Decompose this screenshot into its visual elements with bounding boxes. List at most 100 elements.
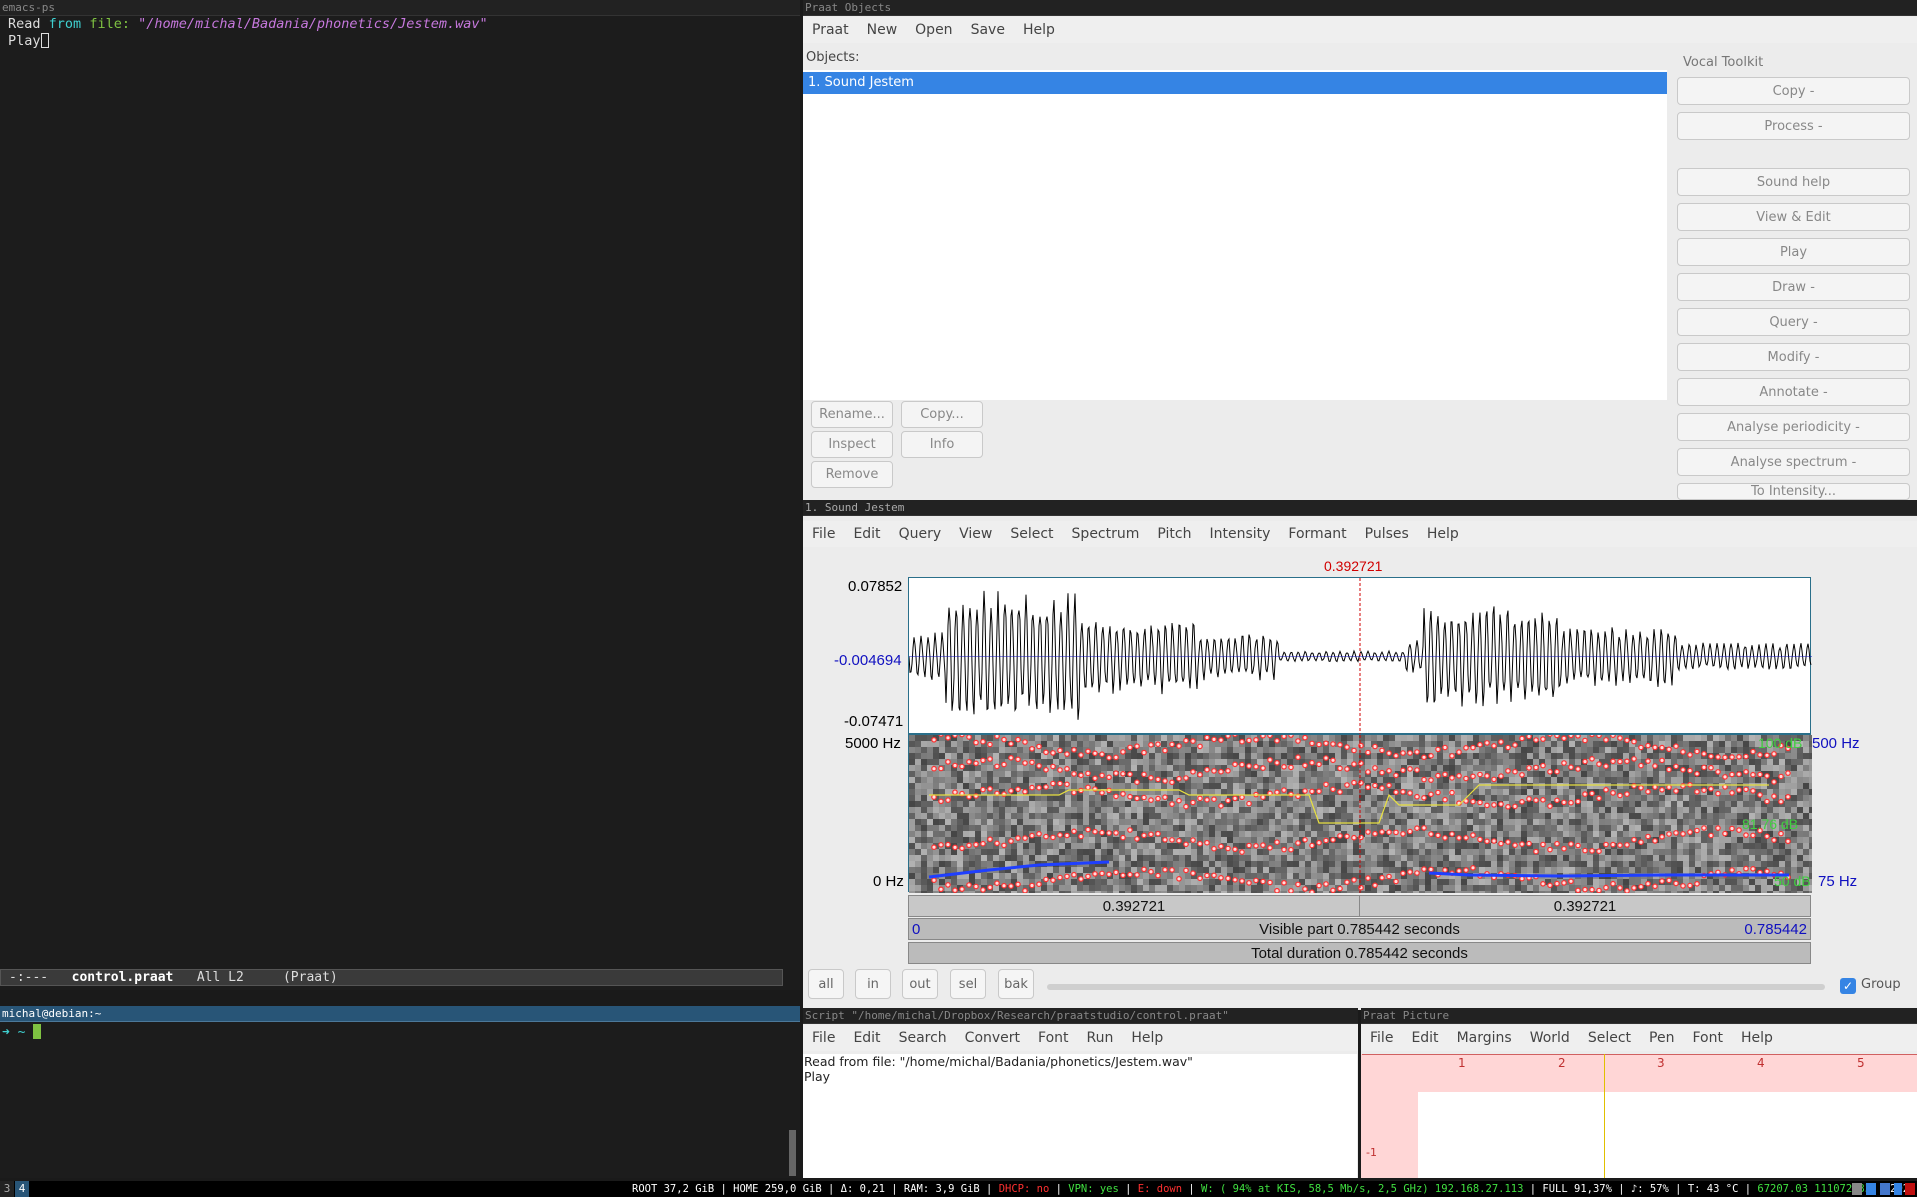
terminal-window[interactable]: [0, 1022, 800, 1178]
menu-run[interactable]: Run: [1078, 1030, 1123, 1046]
formant-point: [973, 760, 979, 767]
formant-point: [1561, 760, 1567, 766]
left-segment-bar[interactable]: 0.392721: [908, 895, 1360, 917]
formant-point: [1687, 829, 1693, 835]
menu-convert[interactable]: Convert: [956, 1030, 1029, 1046]
notification-icon[interactable]: [1905, 1183, 1915, 1195]
info-button[interactable]: Info: [901, 431, 983, 458]
menu-file[interactable]: File: [803, 526, 844, 542]
dynamic-button-modify[interactable]: Modify -: [1677, 343, 1910, 371]
ruler-2: 2: [1558, 1056, 1566, 1070]
menu-help[interactable]: Help: [1014, 22, 1064, 38]
total-duration-bar[interactable]: Total duration 0.785442 seconds: [908, 942, 1811, 964]
dynamic-button-to-intensity[interactable]: To Intensity...: [1677, 483, 1910, 500]
menu-margins[interactable]: Margins: [1448, 1030, 1521, 1046]
menu-world[interactable]: World: [1521, 1030, 1579, 1046]
dynamic-button-copy[interactable]: Copy -: [1677, 77, 1910, 105]
group-checkbox[interactable]: ✓: [1840, 978, 1856, 994]
formant-point: [1673, 830, 1679, 836]
menu-intensity[interactable]: Intensity: [1200, 526, 1279, 542]
formant-point: [1638, 883, 1644, 890]
menu-save[interactable]: Save: [962, 22, 1014, 38]
menu-new[interactable]: New: [858, 22, 907, 38]
workspace-4[interactable]: 4: [15, 1181, 29, 1197]
dynamic-button-view-edit[interactable]: View & Edit: [1677, 203, 1910, 231]
tray-icon[interactable]: [1852, 1183, 1862, 1195]
menu-formant[interactable]: Formant: [1279, 526, 1355, 542]
right-segment-bar[interactable]: 0.392721: [1359, 895, 1811, 917]
formant-point: [1680, 766, 1686, 773]
menu-pitch[interactable]: Pitch: [1148, 526, 1200, 542]
formant-point: [1155, 776, 1161, 783]
menu-edit[interactable]: Edit: [1402, 1030, 1447, 1046]
formant-point: [931, 737, 937, 743]
dynamic-button-play[interactable]: Play: [1677, 238, 1910, 266]
formant-point: [1414, 825, 1420, 832]
dynamic-button-draw[interactable]: Draw -: [1677, 273, 1910, 301]
formant-point: [959, 735, 965, 738]
spectrogram-panel[interactable]: [908, 734, 1812, 893]
terminal-scrollbar[interactable]: [789, 1130, 796, 1176]
zoom-all-button[interactable]: all: [808, 969, 844, 999]
menu-font[interactable]: Font: [1029, 1030, 1077, 1046]
objects-list[interactable]: [803, 70, 1667, 400]
dynamic-button-analyse-spectrum[interactable]: Analyse spectrum -: [1677, 448, 1910, 476]
menu-file[interactable]: File: [803, 1030, 844, 1046]
formant-point: [1582, 847, 1588, 854]
dynamic-button-process[interactable]: Process -: [1677, 112, 1910, 140]
time-scrollbar[interactable]: [1047, 984, 1825, 990]
dynamic-button-analyse-periodicity[interactable]: Analyse periodicity -: [1677, 413, 1910, 441]
menu-font[interactable]: Font: [1683, 1030, 1731, 1046]
formant-point: [1400, 870, 1406, 877]
menu-file[interactable]: File: [1361, 1030, 1402, 1046]
zoom-sel-button[interactable]: sel: [950, 969, 986, 999]
formant-point: [1603, 763, 1609, 770]
menu-select[interactable]: Select: [1579, 1030, 1640, 1046]
menu-help[interactable]: Help: [1122, 1030, 1172, 1046]
script-text-area[interactable]: Read from file: "/home/michal/Badania/ph…: [803, 1054, 1357, 1178]
dynamic-button-annotate[interactable]: Annotate -: [1677, 378, 1910, 406]
dynamic-button-query[interactable]: Query -: [1677, 308, 1910, 336]
formant-point: [994, 763, 1000, 770]
formant-point: [1771, 779, 1777, 785]
menu-select[interactable]: Select: [1001, 526, 1062, 542]
menu-edit[interactable]: Edit: [844, 526, 889, 542]
menu-view[interactable]: View: [950, 526, 1001, 542]
zoom-back-button[interactable]: bak: [998, 969, 1034, 999]
formant-point: [1764, 752, 1770, 759]
network-icon[interactable]: [1894, 1183, 1902, 1195]
workspace-3[interactable]: 3: [0, 1181, 14, 1197]
menu-open[interactable]: Open: [906, 22, 961, 38]
formant-point: [1407, 869, 1413, 875]
formant-point: [1778, 798, 1784, 805]
visible-part-bar[interactable]: 0 Visible part 0.785442 seconds 0.785442: [908, 918, 1811, 940]
menu-help[interactable]: Help: [1732, 1030, 1782, 1046]
dropbox-icon[interactable]: [1866, 1183, 1876, 1195]
picture-canvas[interactable]: 1 2 3 4 5 -1: [1361, 1054, 1917, 1178]
menu-query[interactable]: Query: [890, 526, 951, 542]
menu-pen[interactable]: Pen: [1640, 1030, 1683, 1046]
dynamic-button-sound-help[interactable]: Sound help: [1677, 168, 1910, 196]
menu-praat[interactable]: Praat: [803, 22, 858, 38]
object-item-sound-jestem[interactable]: 1. Sound Jestem: [803, 72, 1667, 94]
formant-point: [1659, 878, 1665, 884]
menu-help[interactable]: Help: [1418, 526, 1468, 542]
keyboard-layout-icon[interactable]: [1880, 1183, 1890, 1195]
formant-point: [987, 785, 993, 792]
remove-button[interactable]: Remove: [811, 461, 893, 488]
zoom-in-button[interactable]: in: [855, 969, 891, 999]
menu-spectrum[interactable]: Spectrum: [1063, 526, 1149, 542]
emacs-buffer[interactable]: Read from file: "/home/michal/Badania/ph…: [0, 16, 790, 966]
inspect-button[interactable]: Inspect: [811, 431, 893, 458]
zoom-out-button[interactable]: out: [902, 969, 938, 999]
formant-point: [1358, 742, 1364, 749]
copy-object-button[interactable]: Copy...: [901, 401, 983, 428]
menu-edit[interactable]: Edit: [844, 1030, 889, 1046]
menu-search[interactable]: Search: [890, 1030, 956, 1046]
waveform-panel[interactable]: [908, 577, 1812, 735]
formant-point: [1617, 885, 1623, 891]
menu-pulses[interactable]: Pulses: [1356, 526, 1418, 542]
formant-point: [1715, 754, 1721, 760]
rename-button[interactable]: Rename...: [811, 401, 893, 428]
formant-point: [1393, 789, 1399, 796]
